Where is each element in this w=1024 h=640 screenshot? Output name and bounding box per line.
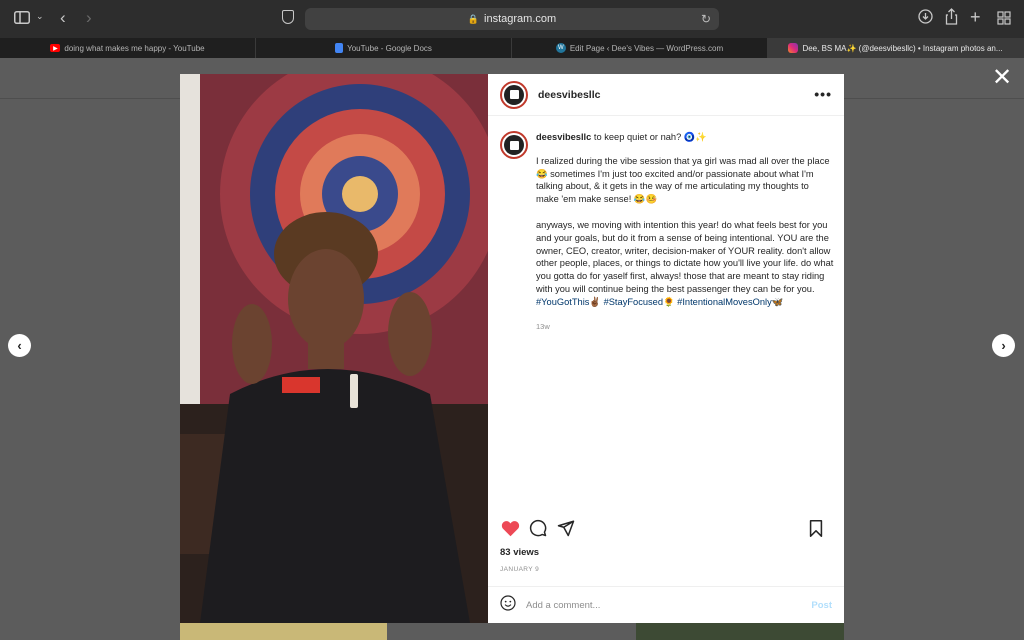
wordpress-icon: W bbox=[555, 43, 566, 53]
grid-thumbnail[interactable] bbox=[636, 622, 844, 640]
download-icon[interactable] bbox=[918, 9, 933, 24]
save-bookmark-icon[interactable] bbox=[806, 518, 826, 538]
like-heart-icon[interactable] bbox=[500, 518, 520, 538]
forward-icon[interactable]: › bbox=[86, 8, 92, 28]
reload-icon[interactable]: ↻ bbox=[701, 12, 711, 26]
tab-google-docs[interactable]: YouTube - Google Docs bbox=[256, 38, 512, 58]
tab-label: YouTube - Google Docs bbox=[347, 43, 432, 53]
action-bar bbox=[500, 518, 832, 542]
instagram-icon bbox=[788, 43, 799, 53]
view-count[interactable]: 83 views bbox=[500, 547, 539, 558]
avatar[interactable] bbox=[500, 131, 528, 159]
video-frame-illustration bbox=[180, 74, 488, 623]
post-modal: deesvibesllc ••• deesvibesllc to keep qu… bbox=[180, 74, 844, 623]
chevron-down-icon[interactable]: ⌄ bbox=[36, 11, 44, 22]
hashtags[interactable]: #YouGotThis✌🏾 #StayFocused🌻 #Intentional… bbox=[536, 297, 783, 307]
post-comment-button[interactable]: Post bbox=[811, 600, 832, 611]
post-header: deesvibesllc ••• bbox=[488, 74, 844, 116]
comment-icon[interactable] bbox=[528, 518, 548, 538]
previous-post-button[interactable]: ‹ bbox=[8, 334, 31, 357]
caption-username[interactable]: deesvibesllc bbox=[536, 132, 591, 142]
sidebar-toggle-icon[interactable] bbox=[14, 11, 30, 24]
caption-headline: to keep quiet or nah? 🧿✨ bbox=[593, 132, 707, 142]
tab-bar: ▶ doing what makes me happy - YouTube Yo… bbox=[0, 38, 1024, 58]
share-icon[interactable] bbox=[945, 8, 958, 25]
avatar[interactable] bbox=[500, 80, 528, 109]
comment-bar: Add a comment... Post bbox=[488, 586, 844, 623]
tab-wordpress[interactable]: W Edit Page ‹ Dee's Vibes — WordPress.co… bbox=[512, 38, 768, 58]
url-text: instagram.com bbox=[484, 13, 557, 25]
more-options-icon[interactable]: ••• bbox=[814, 86, 832, 102]
browser-toolbar: ⌄ ‹ › 🔒 instagram.com ↻ + bbox=[0, 0, 1024, 38]
tab-overview-icon[interactable] bbox=[997, 11, 1011, 25]
caption-paragraph: anyways, we moving with intention this y… bbox=[536, 219, 834, 294]
back-icon[interactable]: ‹ bbox=[60, 8, 66, 28]
post-date: JANUARY 9 bbox=[500, 566, 540, 573]
new-tab-icon[interactable]: + bbox=[970, 7, 981, 28]
tab-instagram[interactable]: Dee, BS MA✨ (@deesvibesllc) • Instagram … bbox=[768, 38, 1024, 58]
comment-input[interactable]: Add a comment... bbox=[526, 600, 811, 611]
tab-label: Dee, BS MA✨ (@deesvibesllc) • Instagram … bbox=[802, 43, 1003, 53]
share-direct-icon[interactable] bbox=[556, 518, 576, 538]
tab-label: doing what makes me happy - YouTube bbox=[64, 43, 205, 53]
next-post-button[interactable]: › bbox=[992, 334, 1015, 357]
post-details-panel: deesvibesllc ••• deesvibesllc to keep qu… bbox=[488, 74, 844, 623]
post-video[interactable] bbox=[180, 74, 488, 623]
close-icon[interactable]: ✕ bbox=[990, 66, 1014, 90]
emoji-icon[interactable] bbox=[500, 594, 516, 616]
docs-icon bbox=[335, 43, 344, 53]
caption-paragraph: I realized during the vibe session that … bbox=[536, 155, 830, 205]
caption: deesvibesllc to keep quiet or nah? 🧿✨ I … bbox=[500, 131, 834, 346]
time-ago[interactable]: 13w bbox=[536, 321, 834, 334]
username-link[interactable]: deesvibesllc bbox=[538, 89, 600, 101]
lock-icon: 🔒 bbox=[467, 13, 480, 24]
address-bar[interactable]: 🔒 instagram.com ↻ bbox=[305, 8, 719, 30]
privacy-shield-icon[interactable] bbox=[282, 10, 294, 24]
tab-label: Edit Page ‹ Dee's Vibes — WordPress.com bbox=[569, 43, 724, 53]
grid-thumbnail[interactable] bbox=[180, 622, 387, 640]
youtube-icon: ▶ bbox=[50, 44, 61, 52]
tab-youtube[interactable]: ▶ doing what makes me happy - YouTube bbox=[0, 38, 256, 58]
